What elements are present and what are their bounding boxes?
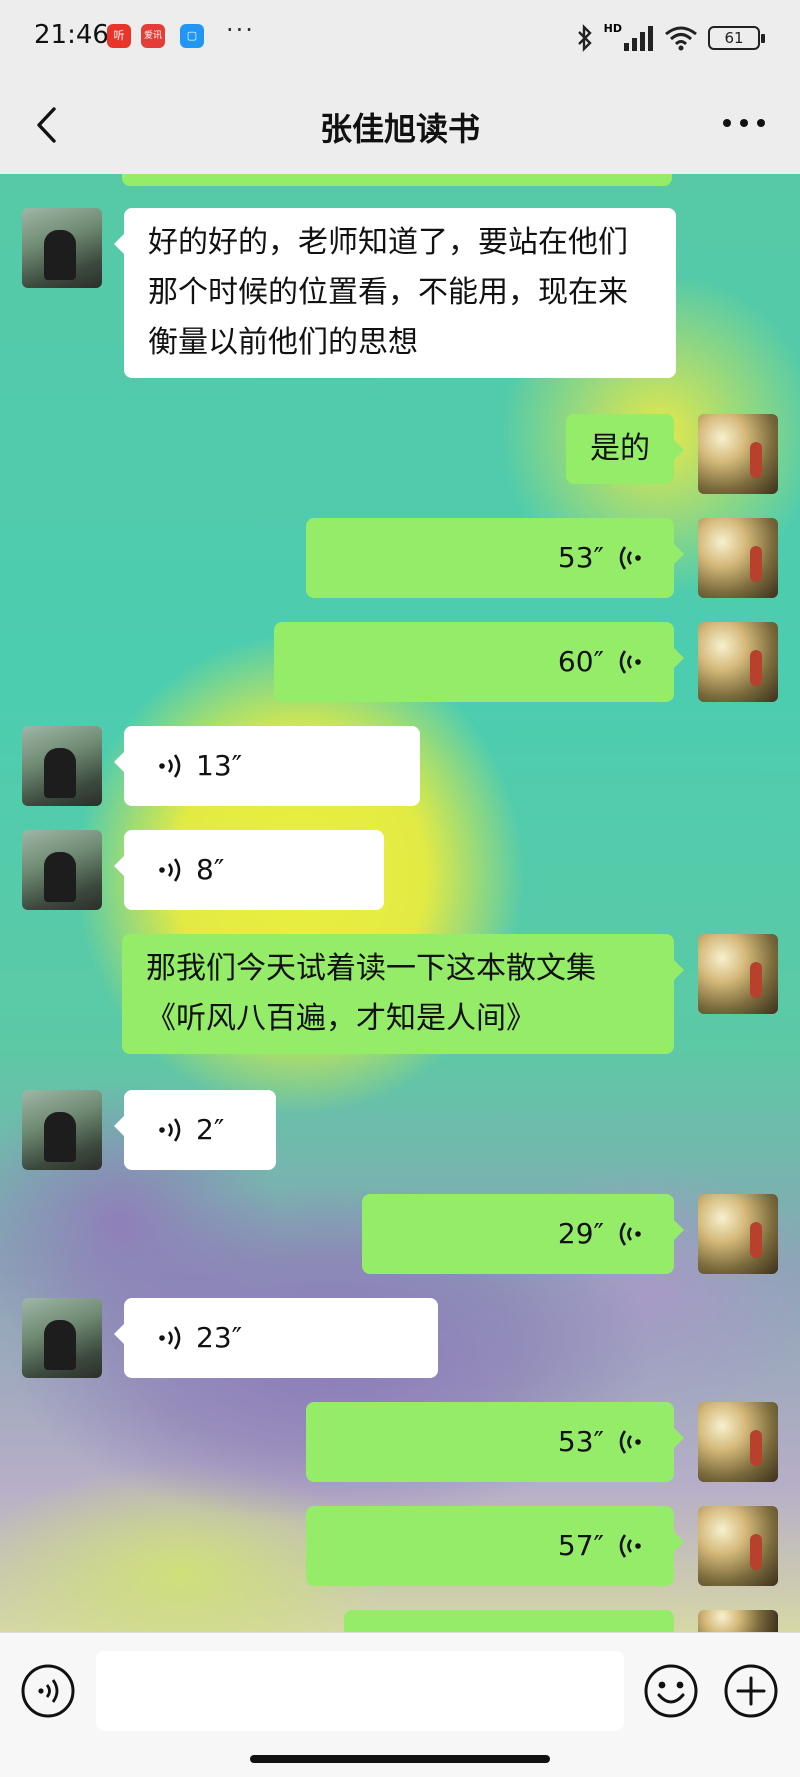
voice-wave-icon [619, 650, 641, 674]
message-input[interactable] [96, 1651, 624, 1731]
message-text: 好的好的，老师知道了，要站在他们那个时候的位置看，不能用，现在来衡量以前他们的思… [148, 225, 628, 360]
voice-duration: 53″ [557, 1425, 604, 1458]
voice-wave-icon [159, 858, 181, 882]
emoji-button[interactable] [643, 1663, 699, 1719]
voice-wave-icon [619, 1222, 641, 1246]
home-indicator[interactable] [250, 1755, 550, 1763]
voice-duration: 57″ [557, 1529, 604, 1562]
voice-message[interactable]: 29″ [362, 1194, 684, 1274]
voice-duration: 23″ [196, 1321, 243, 1354]
voice-mode-icon [21, 1664, 75, 1718]
partial-bubble-top [122, 174, 672, 186]
voice-wave-icon [159, 1326, 181, 1350]
status-more: ··· [226, 16, 255, 44]
app-badge-news: 爱讯 [141, 24, 165, 48]
more-icon [723, 119, 765, 127]
plus-icon [724, 1664, 778, 1718]
app-badge-blue: ▢ [180, 24, 204, 48]
voice-duration: 29″ [557, 1217, 604, 1250]
avatar[interactable] [22, 208, 102, 288]
signal-icon [624, 26, 653, 51]
voice-duration: 53″ [557, 541, 604, 574]
battery-icon: 61 [708, 26, 765, 50]
avatar[interactable] [698, 1194, 778, 1274]
avatar[interactable] [22, 726, 102, 806]
status-bar: 21:46 听 爱讯 ▢ ··· HD 61 [0, 0, 800, 76]
voice-mode-button[interactable] [20, 1663, 76, 1719]
chat-title: 张佳旭读书 [319, 110, 480, 148]
voice-message[interactable]: 57″ [306, 1506, 684, 1586]
avatar [698, 1610, 778, 1632]
voice-message[interactable]: 53″ [306, 1402, 684, 1482]
voice-message[interactable]: 8″ [114, 830, 384, 910]
partial-bubble-bottom [344, 1610, 674, 1632]
wifi-icon [665, 26, 697, 51]
plus-button[interactable] [723, 1663, 779, 1719]
message-bubble[interactable]: 是的 [566, 414, 684, 484]
voice-wave-icon [619, 1534, 641, 1558]
voice-duration: 2″ [196, 1113, 225, 1146]
app-badge-ting: 听 [107, 24, 131, 48]
voice-message[interactable]: 60″ [274, 622, 684, 702]
avatar[interactable] [698, 414, 778, 494]
avatar[interactable] [698, 622, 778, 702]
voice-duration: 13″ [196, 749, 243, 782]
emoji-icon [644, 1664, 698, 1718]
voice-wave-icon [159, 754, 181, 778]
voice-duration: 8″ [196, 853, 225, 886]
avatar[interactable] [22, 1298, 102, 1378]
voice-wave-icon [619, 1430, 641, 1454]
avatar[interactable] [22, 830, 102, 910]
more-button[interactable] [714, 98, 774, 148]
voice-message[interactable]: 23″ [114, 1298, 438, 1378]
voice-duration: 60″ [557, 645, 604, 678]
voice-wave-icon [159, 1118, 181, 1142]
message-text: 是的 [590, 431, 650, 466]
chat-area[interactable]: 好的好的，老师知道了，要站在他们那个时候的位置看，不能用，现在来衡量以前他们的思… [0, 174, 800, 1632]
message-bubble[interactable]: 那我们今天试着读一下这本散文集《听风八百遍，才知是人间》 [122, 934, 684, 1054]
avatar[interactable] [698, 518, 778, 598]
status-time: 21:46 [34, 20, 109, 50]
avatar[interactable] [22, 1090, 102, 1170]
voice-wave-icon [619, 546, 641, 570]
avatar[interactable] [698, 934, 778, 1014]
input-bar [0, 1632, 800, 1777]
hd-label: HD [603, 21, 622, 35]
voice-message[interactable]: 53″ [306, 518, 684, 598]
status-icons: HD 61 [576, 21, 765, 54]
message-bubble[interactable]: 好的好的，老师知道了，要站在他们那个时候的位置看，不能用，现在来衡量以前他们的思… [114, 208, 676, 378]
message-text: 那我们今天试着读一下这本散文集《听风八百遍，才知是人间》 [146, 951, 596, 1036]
avatar[interactable] [698, 1402, 778, 1482]
bluetooth-icon [577, 24, 592, 52]
voice-message[interactable]: 13″ [114, 726, 420, 806]
nav-bar: 张佳旭读书 [0, 76, 800, 174]
voice-message[interactable]: 2″ [114, 1090, 276, 1170]
avatar[interactable] [698, 1506, 778, 1586]
